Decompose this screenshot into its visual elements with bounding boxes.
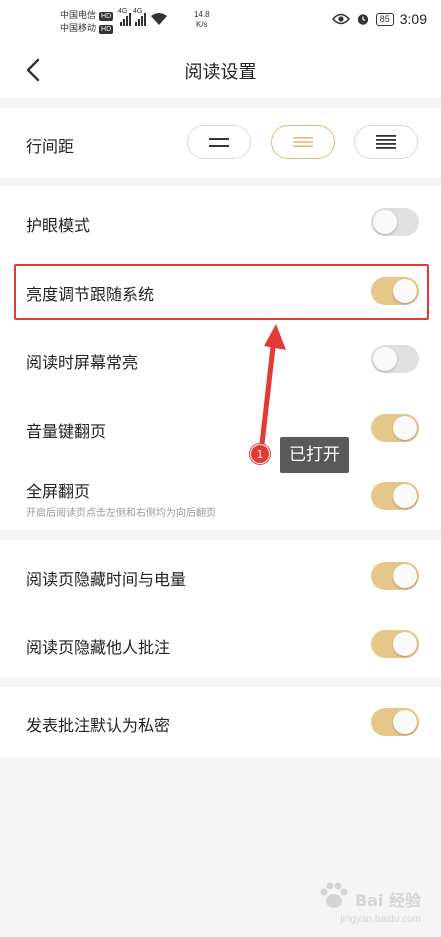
setting-sublabel: 开启后阅读页点击左侧和右侧均为向后翻页 <box>26 508 216 519</box>
carrier-info: 中国电信 HD 中国移动 HD <box>60 10 114 36</box>
hd-badge: HD <box>99 12 114 21</box>
signal-icons: 4G 4G <box>118 8 168 26</box>
eye-icon <box>331 13 350 25</box>
settings-group-3: 发表批注默认为私密 <box>0 687 441 757</box>
step-badge: 1 <box>250 444 270 464</box>
watermark-text: Bai 经验 <box>354 891 421 910</box>
signal-strength-icon: 4G <box>118 8 131 26</box>
line-spacing-large-icon <box>376 135 396 149</box>
status-bar: 中国电信 HD 中国移动 HD 4G 4G 14.8 K/s 85 3:09 <box>0 0 441 44</box>
settings-group-2: 阅读页隐藏时间与电量 阅读页隐藏他人批注 <box>0 540 441 677</box>
setting-row-eye-care[interactable]: 护眼模式 <box>0 192 441 252</box>
setting-label: 护眼模式 <box>26 216 91 235</box>
setting-label: 阅读页隐藏他人批注 <box>26 638 171 657</box>
carrier-2-label: 中国移动 <box>60 24 97 34</box>
setting-label: 阅读页隐藏时间与电量 <box>26 570 187 589</box>
line-spacing-small-icon <box>209 138 229 147</box>
highlight-box <box>14 264 429 320</box>
clock: 3:09 <box>399 11 427 27</box>
setting-row-volume-key-page-turn[interactable]: 音量键翻页 <box>0 398 441 458</box>
eye-care-toggle[interactable] <box>371 208 419 236</box>
battery-indicator: 85 <box>375 12 394 26</box>
watermark-url: jingyan.baidu.com <box>340 914 421 925</box>
network-speed: 14.8 K/s <box>194 10 210 29</box>
line-spacing-small-button[interactable] <box>187 125 251 159</box>
watermark: Bai 经验 jingyan.baidu.com <box>317 881 421 925</box>
callout-label: 已打开 <box>280 437 349 473</box>
alarm-icon <box>357 14 368 25</box>
carrier-1-label: 中国电信 <box>60 11 97 21</box>
setting-row-hide-time-battery[interactable]: 阅读页隐藏时间与电量 <box>0 546 441 606</box>
fullscreen-page-turn-toggle[interactable] <box>371 482 419 510</box>
line-spacing-section: 行间距 <box>0 108 441 178</box>
setting-row-screen-always-on[interactable]: 阅读时屏幕常亮 <box>0 329 441 389</box>
hd-badge: HD <box>99 25 114 34</box>
page-title: 阅读设置 <box>184 62 257 83</box>
line-spacing-large-button[interactable] <box>354 125 418 159</box>
volume-key-page-turn-toggle[interactable] <box>371 414 419 442</box>
wifi-icon <box>151 13 167 25</box>
setting-label: 发表批注默认为私密 <box>26 716 171 735</box>
line-spacing-medium-button[interactable] <box>271 125 335 159</box>
hide-time-battery-toggle[interactable] <box>371 562 419 590</box>
screen-always-on-toggle[interactable] <box>371 345 419 373</box>
settings-group-1: 护眼模式 亮度调节跟随系统 阅读时屏幕常亮 音量键翻页 全屏翻页 开启后阅读页点… <box>0 186 441 530</box>
setting-label: 全屏翻页 <box>26 482 91 501</box>
line-spacing-label: 行间距 <box>26 137 75 156</box>
setting-row-fullscreen-page-turn[interactable]: 全屏翻页 开启后阅读页点击左侧和右侧均为向后翻页 <box>0 466 441 526</box>
paw-logo-icon <box>320 882 348 908</box>
hide-others-annotations-toggle[interactable] <box>371 630 419 658</box>
setting-label: 阅读时屏幕常亮 <box>26 353 139 372</box>
setting-row-private-annotations[interactable]: 发表批注默认为私密 <box>0 692 441 752</box>
setting-row-hide-others-annotations[interactable]: 阅读页隐藏他人批注 <box>0 614 441 674</box>
signal-strength-icon: 4G <box>133 8 146 26</box>
setting-label: 音量键翻页 <box>26 422 107 441</box>
line-spacing-medium-icon <box>293 137 313 147</box>
status-right: 85 3:09 <box>331 11 427 27</box>
private-annotations-toggle[interactable] <box>371 708 419 736</box>
app-header: 阅读设置 <box>0 44 441 98</box>
